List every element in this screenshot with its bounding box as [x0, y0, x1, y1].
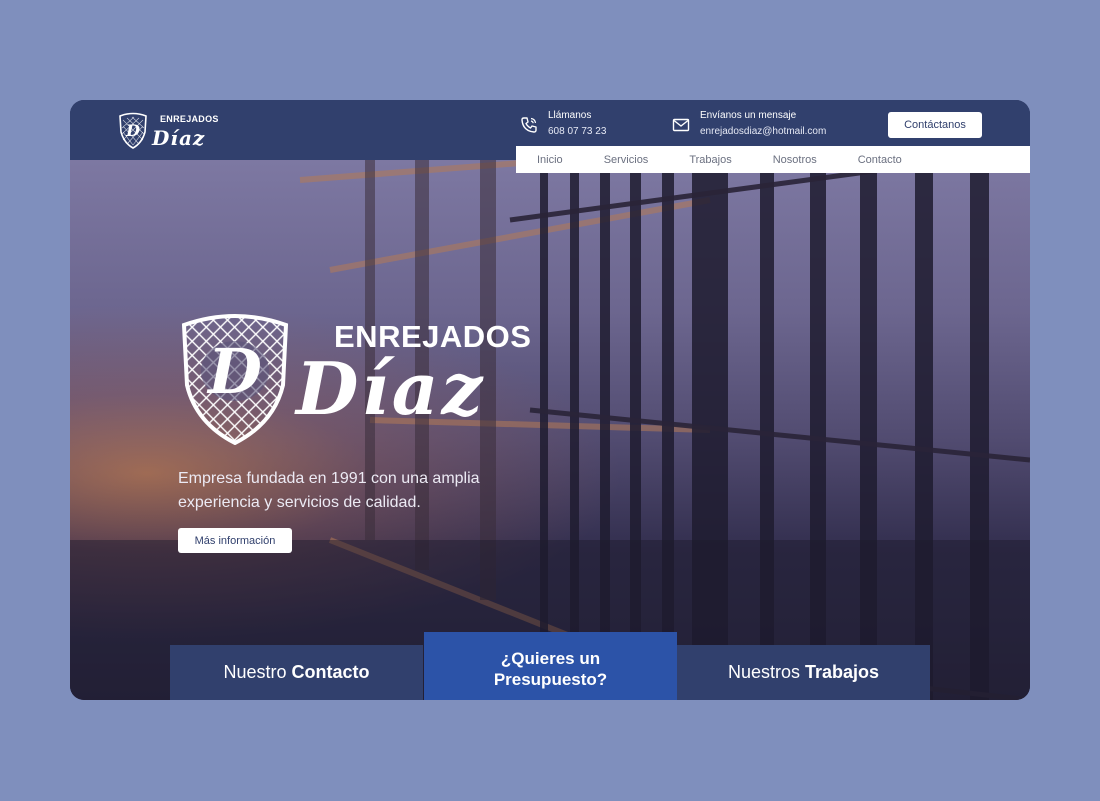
- our-contact-panel[interactable]: Nuestro Contacto: [170, 645, 423, 700]
- nav-item-inicio[interactable]: Inicio: [537, 154, 563, 166]
- our-works-prefix: Nuestros: [727, 662, 800, 682]
- mail-contact[interactable]: Envíanos un mensaje enrejadosdiaz@hotmai…: [672, 110, 842, 142]
- mail-label: Envíanos un mensaje: [700, 110, 797, 121]
- mail-icon: [672, 118, 690, 132]
- mail-address[interactable]: enrejadosdiaz@hotmail.com: [700, 126, 826, 137]
- phone-number[interactable]: 608 07 73 23: [548, 126, 606, 137]
- website-frame: D ENREJADOS Díaz Llámanos 608 07 73 23 E…: [70, 100, 1030, 700]
- our-works-panel[interactable]: Nuestros Trabajos: [677, 645, 930, 700]
- svg-text:D: D: [125, 121, 140, 140]
- nav-item-servicios[interactable]: Servicios: [604, 154, 649, 166]
- phone-contact[interactable]: Llámanos 608 07 73 23: [520, 110, 650, 142]
- hero-description: Empresa fundada en 1991 con una amplia e…: [178, 470, 480, 511]
- hero-brand-script: Díaz: [296, 346, 486, 431]
- more-info-button[interactable]: Más información: [178, 528, 292, 553]
- nav-item-contacto[interactable]: Contacto: [858, 154, 902, 166]
- quote-request-text: ¿Quieres un Presupuesto?: [493, 649, 608, 689]
- nav-item-nosotros[interactable]: Nosotros: [773, 154, 817, 166]
- quote-request-panel[interactable]: ¿Quieres un Presupuesto?: [424, 632, 677, 700]
- header-brand-top: ENREJADOS: [160, 114, 219, 124]
- phone-icon: [521, 117, 537, 133]
- our-works-bold: Trabajos: [805, 662, 880, 682]
- main-navigation: Inicio Servicios Trabajos Nosotros Conta…: [516, 146, 1030, 173]
- svg-text:D: D: [206, 335, 262, 408]
- our-contact-prefix: Nuestro: [223, 662, 287, 682]
- phone-label: Llámanos: [548, 110, 592, 121]
- shield-logo-icon: D: [119, 112, 147, 149]
- header-brand-script: Díaz: [152, 126, 206, 150]
- nav-item-trabajos[interactable]: Trabajos: [689, 154, 731, 166]
- hero-shield-icon: D: [181, 314, 289, 445]
- contact-us-button[interactable]: Contáctanos: [888, 112, 982, 138]
- header-logo[interactable]: D ENREJADOS Díaz: [118, 112, 218, 150]
- hero-logo: D ENREJADOS Díaz: [178, 313, 531, 448]
- our-contact-bold: Contacto: [291, 662, 370, 682]
